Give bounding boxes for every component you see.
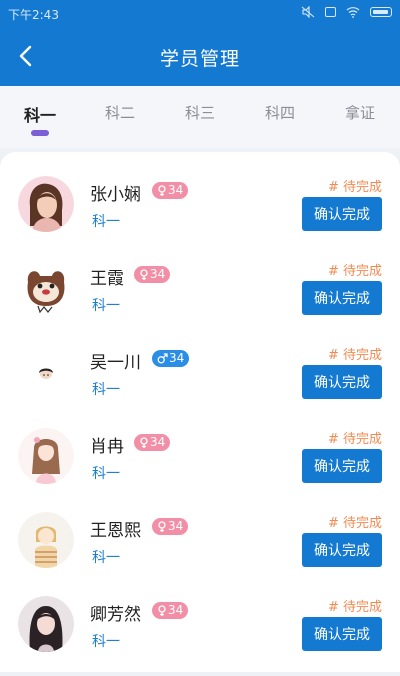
- student-row[interactable]: 吴一川 34 科一 # 待完成 确认完成: [0, 340, 400, 424]
- status-label: # 待完成: [327, 516, 382, 531]
- female-symbol-icon: [158, 520, 166, 532]
- status-bar: 下午2:43: [0, 0, 400, 28]
- age: 34: [169, 351, 185, 365]
- page-title: 学员管理: [159, 48, 240, 70]
- avatar: [18, 176, 74, 232]
- status-label: # 待完成: [327, 180, 382, 195]
- status-label: # 待完成: [327, 432, 382, 447]
- female-symbol-icon: [158, 604, 166, 616]
- tab-subject-1[interactable]: 科一: [0, 102, 80, 126]
- student-subject: 科一: [92, 550, 120, 566]
- app-bar: 学员管理: [0, 28, 400, 86]
- student-name: 吴一川: [90, 353, 141, 373]
- avatar: [18, 512, 74, 568]
- status-icons: [301, 5, 392, 19]
- gender-age-badge: 34: [152, 182, 189, 199]
- student-name: 肖冉: [90, 437, 124, 457]
- tab-subject-4[interactable]: 科四: [240, 102, 320, 123]
- student-subject: 科一: [92, 298, 120, 314]
- age: 34: [168, 519, 184, 533]
- wifi-icon: [346, 6, 360, 18]
- status-label: # 待完成: [327, 348, 382, 363]
- female-symbol-icon: [140, 268, 148, 280]
- age: 34: [168, 183, 184, 197]
- confirm-complete-button[interactable]: 确认完成: [302, 281, 382, 315]
- confirm-complete-button[interactable]: 确认完成: [302, 365, 382, 399]
- status-label: # 待完成: [327, 264, 382, 279]
- confirm-complete-button[interactable]: 确认完成: [302, 617, 382, 651]
- confirm-complete-button[interactable]: 确认完成: [302, 197, 382, 231]
- confirm-complete-button[interactable]: 确认完成: [302, 533, 382, 567]
- status-time: 下午2:43: [8, 8, 59, 22]
- tab-subject-2[interactable]: 科二: [80, 102, 160, 123]
- tab-subject-3[interactable]: 科三: [160, 102, 240, 123]
- student-list: 张小娴 34 科一 # 待完成 确认完成 王霞 34 科一 # 待完成 确认完成…: [0, 152, 400, 672]
- avatar: [18, 260, 74, 316]
- avatar: [18, 428, 74, 484]
- student-name: 王恩熙: [90, 521, 141, 541]
- student-name: 王霞: [90, 269, 124, 289]
- gender-age-badge: 34: [152, 350, 190, 367]
- age: 34: [150, 267, 166, 281]
- male-symbol-icon: [157, 353, 168, 364]
- gender-age-badge: 34: [134, 434, 171, 451]
- subject-tabs: 科一 科二 科三 科四 拿证: [0, 86, 400, 148]
- avatar: [18, 596, 74, 652]
- age: 34: [168, 603, 184, 617]
- student-row[interactable]: 张小娴 34 科一 # 待完成 确认完成: [0, 172, 400, 256]
- student-row[interactable]: 王霞 34 科一 # 待完成 确认完成: [0, 256, 400, 340]
- confirm-complete-button[interactable]: 确认完成: [302, 449, 382, 483]
- gender-age-badge: 34: [152, 602, 189, 619]
- battery-icon: [370, 7, 392, 17]
- student-name: 卿芳然: [90, 605, 141, 625]
- female-symbol-icon: [158, 184, 166, 196]
- gender-age-badge: 34: [134, 266, 171, 283]
- avatar: [18, 344, 74, 400]
- student-row[interactable]: 王恩熙 34 科一 # 待完成 确认完成: [0, 508, 400, 592]
- mute-icon: [301, 5, 315, 19]
- status-label: # 待完成: [327, 600, 382, 615]
- student-subject: 科一: [92, 466, 120, 482]
- tab-license[interactable]: 拿证: [320, 102, 400, 123]
- active-tab-indicator: [31, 130, 49, 136]
- gender-age-badge: 34: [152, 518, 189, 535]
- no-sim-icon: [325, 7, 336, 17]
- age: 34: [150, 435, 166, 449]
- student-subject: 科一: [92, 382, 120, 398]
- student-subject: 科一: [92, 634, 120, 650]
- student-row[interactable]: 肖冉 34 科一 # 待完成 确认完成: [0, 424, 400, 508]
- student-name: 张小娴: [90, 185, 141, 205]
- student-subject: 科一: [92, 214, 120, 230]
- female-symbol-icon: [140, 436, 148, 448]
- student-row[interactable]: 卿芳然 34 科一 # 待完成 确认完成: [0, 592, 400, 676]
